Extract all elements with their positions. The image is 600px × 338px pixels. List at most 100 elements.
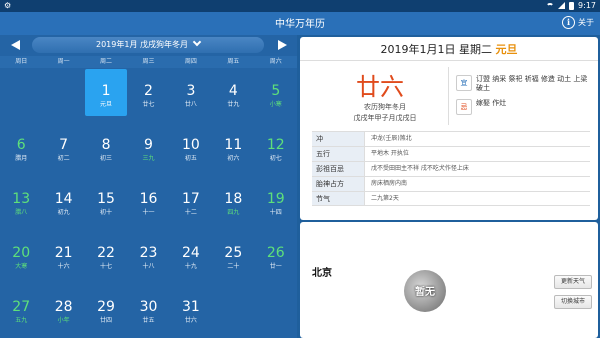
row-key: 五行: [312, 147, 364, 161]
weekday-label: 周二: [100, 58, 113, 65]
day-number: 26: [266, 245, 285, 261]
day-number: 16: [139, 191, 158, 207]
status-time: 9:17: [578, 1, 596, 10]
lunar-year: 农历狗年冬月: [364, 103, 406, 111]
calendar-day-21[interactable]: 21 十六: [43, 231, 85, 278]
calendar-day-15[interactable]: 15 初十: [85, 177, 127, 224]
calendar-day-13[interactable]: 13 腊八: [0, 177, 42, 224]
calendar-day-30[interactable]: 30 廿五: [128, 285, 170, 332]
day-number: 14: [54, 191, 73, 207]
calendar-panel: 2019年1月 戊戌狗年冬月 周日 周一 周二 周三 周四 周五 周六 1 元旦 2…: [0, 35, 297, 338]
row-value: 冲龙(壬辰)煞北: [364, 132, 590, 146]
lunar-label: 大寒: [15, 263, 28, 270]
next-month-button[interactable]: [278, 40, 287, 50]
weekday-label: 周五: [227, 58, 240, 65]
calendar-day-27[interactable]: 27 五九: [0, 285, 42, 332]
switch-city-button[interactable]: 切换城市: [554, 295, 592, 309]
yi-tag: 宜: [456, 75, 472, 91]
day-number: 31: [182, 299, 200, 315]
table-row: 彭祖百忌 戊不受田田主不祥 戌不吃犬作怪上床: [312, 161, 590, 176]
calendar-day-17[interactable]: 17 十二: [170, 177, 212, 224]
calendar-day-1[interactable]: 1 元旦: [85, 69, 128, 116]
calendar-day-31[interactable]: 31 廿六: [170, 285, 212, 332]
calendar-day-18[interactable]: 18 四九: [212, 177, 254, 224]
calendar-day-4[interactable]: 4 廿九: [212, 69, 254, 116]
day-number: 29: [97, 299, 115, 315]
calendar-day-28[interactable]: 28 小年: [43, 285, 85, 332]
lunar-label: 十六: [57, 263, 70, 270]
calendar-day-2[interactable]: 2 廿七: [128, 69, 170, 116]
calendar-day-19[interactable]: 19 十四: [255, 177, 297, 224]
lunar-label: 初六: [227, 155, 240, 162]
day-number: 2: [144, 83, 153, 99]
calendar-day-16[interactable]: 16 十一: [128, 177, 170, 224]
lunar-label: 腊月: [15, 155, 28, 162]
lunar-label: 小年: [57, 317, 70, 324]
lunar-label: 十四: [269, 209, 282, 216]
lunar-label: 廿四: [100, 317, 113, 324]
yi-row: 宜 订盟 纳采 祭祀 祈福 修造 动土 上梁 破土: [456, 75, 594, 93]
calendar-day-6[interactable]: 6 腊月: [0, 123, 42, 170]
lunar-label: 十一: [142, 209, 155, 216]
lunar-label: 四九: [227, 209, 240, 216]
row-value: 房床栖房内南: [364, 177, 590, 191]
calendar-day-14[interactable]: 14 初九: [43, 177, 85, 224]
about-label: 关于: [578, 18, 594, 27]
row-key: 彭祖百忌: [312, 162, 364, 176]
info-icon: i: [562, 16, 575, 29]
calendar-day-25[interactable]: 25 二十: [212, 231, 254, 278]
calendar-day-29[interactable]: 29 廿四: [85, 285, 127, 332]
about-button[interactable]: i 关于: [562, 16, 594, 29]
day-number: 17: [182, 191, 200, 207]
lunar-day: 廿六: [356, 73, 404, 101]
weekday-label: 周一: [57, 58, 70, 65]
calendar-day-7[interactable]: 7 初二: [43, 123, 85, 170]
lunar-label: 三九: [142, 155, 155, 162]
lunar-label: 小寒: [269, 101, 282, 108]
day-number: 23: [139, 245, 158, 261]
day-number: 30: [139, 299, 158, 315]
calendar-day-3[interactable]: 3 廿八: [170, 69, 212, 116]
chevron-down-icon: [192, 37, 202, 47]
day-number: 28: [54, 299, 73, 315]
row-key: 节气: [312, 192, 364, 205]
weekday-label: 周日: [15, 58, 28, 65]
weather-status: 暂无: [415, 287, 435, 298]
weekday-header: 周日 周一 周二 周三 周四 周五 周六: [0, 56, 297, 68]
calendar-day-8[interactable]: 8 初三: [85, 123, 127, 170]
lunar-label: 初三: [100, 155, 113, 162]
calendar-grid: 1 元旦 2 廿七 3 廿八 4 廿九 5 小寒 6 腊月 7 初二 8 初三 9 三九 10 初五 11 初六 12 初七 1…: [0, 68, 297, 338]
calendar-day-11[interactable]: 11 初六: [212, 123, 254, 170]
calendar-day-26[interactable]: 26 廿一: [255, 231, 297, 278]
calendar-day-9[interactable]: 9 三九: [128, 123, 170, 170]
ganzhi-date: 戊戌年甲子月戊戌日: [353, 114, 417, 122]
refresh-weather-button[interactable]: 更新天气: [554, 275, 592, 289]
status-bar: ⚙ 9:17: [0, 0, 600, 12]
calendar-day-5[interactable]: 5 小寒: [255, 69, 297, 116]
day-number: 22: [97, 245, 115, 261]
day-number: 11: [224, 137, 243, 153]
lunar-label: 初二: [57, 155, 70, 162]
lunar-label: 十二: [184, 209, 197, 216]
day-number: 6: [16, 137, 26, 153]
prev-month-button[interactable]: [11, 40, 20, 50]
day-number: 10: [182, 137, 200, 153]
calendar-day-20[interactable]: 20 大寒: [0, 231, 42, 278]
calendar-day-23[interactable]: 23 十八: [128, 231, 170, 278]
calendar-day-22[interactable]: 22 十七: [85, 231, 127, 278]
calendar-day-12[interactable]: 12 初七: [255, 123, 297, 170]
row-value: 平地木 开执位: [364, 147, 590, 161]
day-number: 3: [186, 83, 196, 99]
lunar-label: 十八: [142, 263, 155, 270]
lunar-label: 元旦: [100, 101, 113, 108]
month-selector[interactable]: 2019年1月 戊戌狗年冬月: [32, 37, 264, 53]
weekday-label: 周六: [269, 58, 282, 65]
day-number: 15: [97, 191, 115, 207]
lunar-label: 腊八: [15, 209, 28, 216]
weather-card: 北京 暂无 更新天气 切换城市: [300, 222, 598, 338]
calendar-day-10[interactable]: 10 初五: [170, 123, 212, 170]
day-number: 21: [54, 245, 73, 261]
ji-text: 嫁娶 作灶: [476, 99, 507, 107]
day-number: 24: [182, 245, 200, 261]
calendar-day-24[interactable]: 24 十九: [170, 231, 212, 278]
